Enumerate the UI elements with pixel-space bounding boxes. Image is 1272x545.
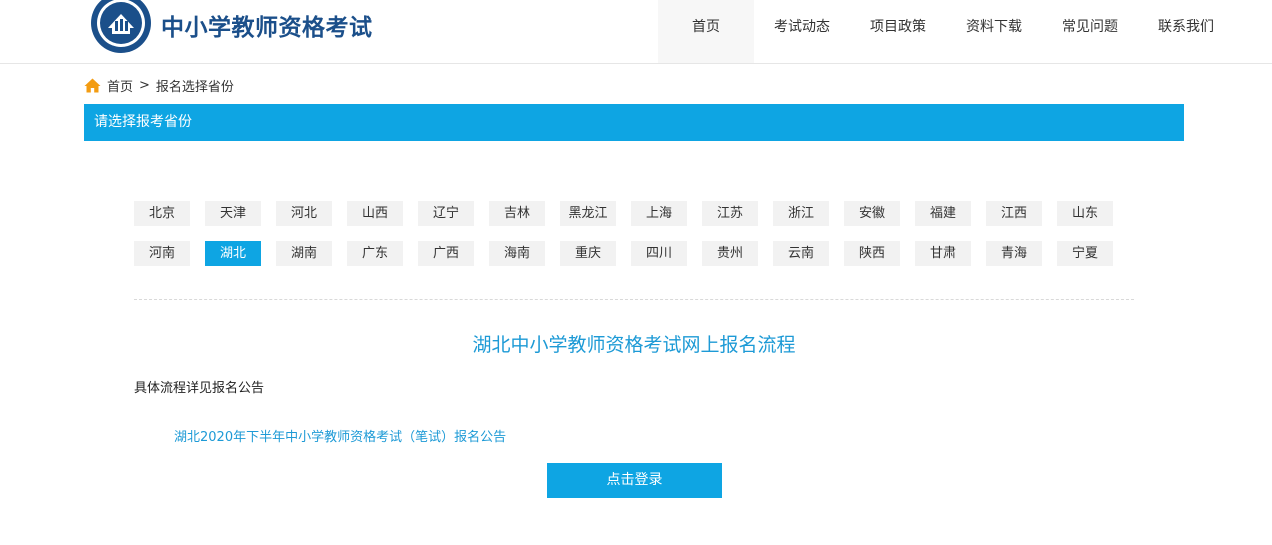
province-button[interactable]: 黑龙江	[560, 201, 616, 226]
province-button[interactable]: 河南	[134, 241, 190, 266]
nav-item-downloads[interactable]: 资料下载	[946, 0, 1042, 63]
province-grid: 北京 天津 河北 山西 辽宁 吉林 黑龙江 上海 江苏 浙江 安徽 福建 江西 山东河南 湖北 湖南 广东 广西海…	[134, 201, 1134, 266]
province-button[interactable]: 江苏	[702, 201, 758, 226]
process-detail-text: 具体流程详见报名公告	[134, 381, 265, 396]
breadcrumb: 首页 > 报名选择省份	[84, 75, 234, 95]
section-title: 请选择报考省份	[94, 114, 192, 130]
dashed-divider	[134, 299, 1134, 300]
province-button[interactable]: 湖南	[276, 241, 332, 266]
province-button[interactable]: 广东	[347, 241, 403, 266]
province-button[interactable]: 山东	[1057, 201, 1113, 226]
province-button[interactable]: 甘肃	[915, 241, 971, 266]
province-button[interactable]: 云南	[773, 241, 829, 266]
province-button[interactable]: 四川	[631, 241, 687, 266]
registration-notice-link[interactable]: 湖北2020年下半年中小学教师资格考试（笔试）报名公告	[174, 426, 506, 445]
breadcrumb-current: 报名选择省份	[155, 79, 234, 95]
province-button[interactable]: 天津	[205, 201, 261, 226]
nav-item-faq[interactable]: 常见问题	[1042, 0, 1138, 63]
site-title[interactable]: 中小学教师资格考试	[161, 8, 373, 42]
nav-item-contact[interactable]: 联系我们	[1138, 0, 1234, 63]
province-button[interactable]: 吉林	[489, 201, 545, 226]
nav-item-exam-news[interactable]: 考试动态	[754, 0, 850, 63]
province-button[interactable]: 安徽	[844, 201, 900, 226]
province-button[interactable]: 重庆	[560, 241, 616, 266]
main-nav: 首页 考试动态 项目政策 资料下载 常见问题 联系我们	[658, 0, 1234, 63]
nav-item-home[interactable]: 首页	[658, 0, 754, 63]
home-icon[interactable]	[84, 78, 101, 93]
province-button[interactable]: 宁夏	[1057, 241, 1113, 266]
province-button[interactable]: 湖北	[205, 241, 261, 266]
province-button[interactable]: 青海	[986, 241, 1042, 266]
breadcrumb-separator: >	[139, 77, 150, 93]
province-button[interactable]: 山西	[347, 201, 403, 226]
section-header-bar: 请选择报考省份	[84, 104, 1184, 141]
province-button[interactable]: 上海	[631, 201, 687, 226]
site-header: 中小学教师资格考试 首页 考试动态 项目政策 资料下载 常见问题 联系我们	[0, 0, 1272, 64]
province-button[interactable]: 河北	[276, 201, 332, 226]
province-button[interactable]: 福建	[915, 201, 971, 226]
breadcrumb-home-link[interactable]: 首页	[107, 76, 133, 95]
province-button[interactable]: 贵州	[702, 241, 758, 266]
province-button[interactable]: 陕西	[844, 241, 900, 266]
login-button[interactable]: 点击登录	[547, 463, 722, 498]
site-logo-icon[interactable]	[90, 0, 152, 54]
province-button[interactable]: 广西	[418, 241, 474, 266]
province-button[interactable]: 浙江	[773, 201, 829, 226]
nav-item-policy[interactable]: 项目政策	[850, 0, 946, 63]
province-button[interactable]: 北京	[134, 201, 190, 226]
province-button[interactable]: 海南	[489, 241, 545, 266]
province-button[interactable]: 江西	[986, 201, 1042, 226]
process-title: 湖北中小学教师资格考试网上报名流程	[472, 334, 796, 356]
province-button[interactable]: 辽宁	[418, 201, 474, 226]
